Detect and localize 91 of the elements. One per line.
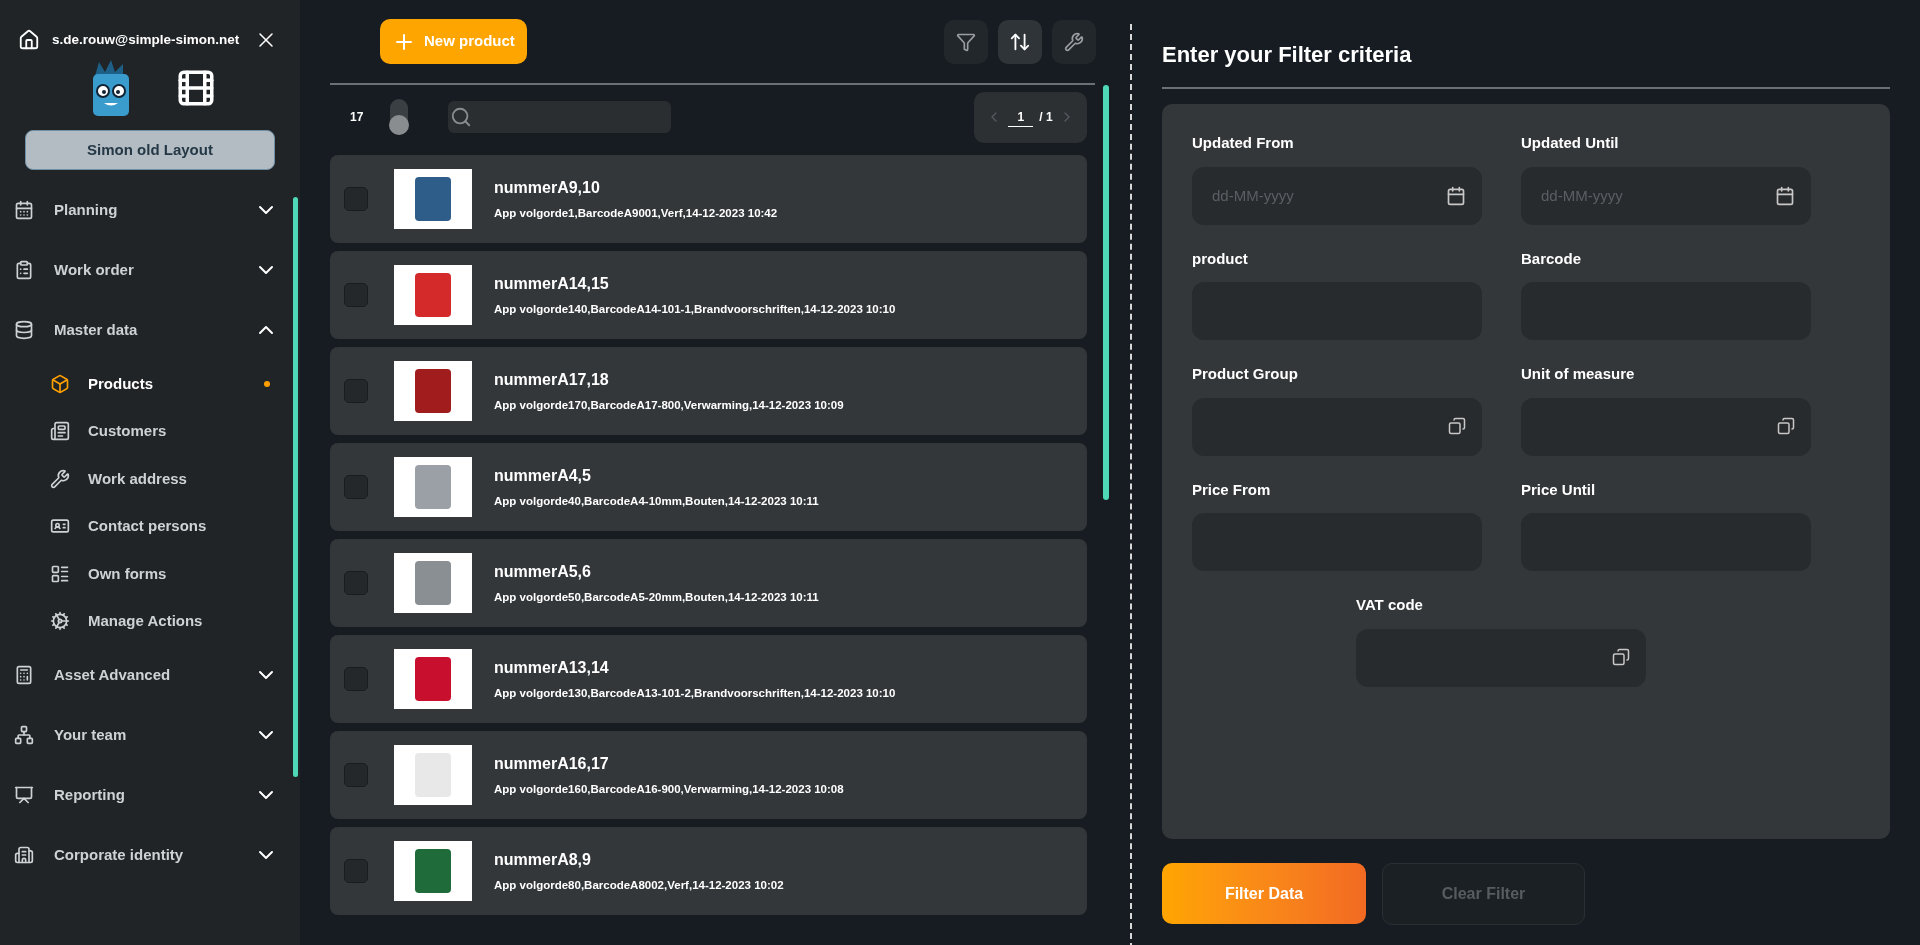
select-icon <box>1448 416 1466 435</box>
checkbox[interactable] <box>344 571 368 595</box>
filter-icon <box>956 31 976 52</box>
product-details: App volgorde160,BarcodeA16-900,Verwarming,14-12-2023 10:08 <box>494 781 844 797</box>
layout-button[interactable]: Simon old Layout <box>25 130 275 170</box>
nav-item[interactable]: Master data <box>0 300 300 360</box>
gear-icon <box>50 611 70 632</box>
nav-subitem[interactable]: Contact persons <box>0 502 300 550</box>
product-title: nummerA5,6 <box>494 561 592 582</box>
filter-title: Enter your Filter criteria <box>1162 41 1413 69</box>
input-field[interactable] <box>1192 397 1482 456</box>
product-title: nummerA14,15 <box>494 273 610 294</box>
product-title: nummerA8,9 <box>494 849 592 870</box>
search-field[interactable] <box>448 101 671 133</box>
product-card[interactable]: nummerA16,17 App volgorde160,BarcodeA16-900,Verwarming,14-12-2023 10:08 <box>330 731 1087 819</box>
product-title: nummerA13,14 <box>494 657 610 678</box>
wrench-icon <box>1064 31 1084 52</box>
nav-item[interactable]: Work order <box>0 240 300 300</box>
checkbox[interactable] <box>344 379 368 403</box>
product-card[interactable]: nummerA14,15 App volgorde140,BarcodeA14-101-1,Brandvoorschriften,14-12-2023 10:10 <box>330 251 1087 339</box>
nav-subitem[interactable]: Work address <box>0 455 300 503</box>
product-title: nummerA16,17 <box>494 753 610 774</box>
checkbox[interactable] <box>344 187 368 211</box>
item-count: 17 <box>350 109 365 126</box>
toolbar-button[interactable] <box>944 19 988 64</box>
product-title: nummerA17,18 <box>494 369 610 390</box>
checkbox[interactable] <box>344 475 368 499</box>
page-number-field[interactable]: 1 <box>1008 107 1034 127</box>
calculator-icon <box>14 665 34 685</box>
field-label: Barcode <box>1521 248 1583 269</box>
checkbox[interactable] <box>344 859 368 883</box>
hierarchy-icon <box>14 725 34 745</box>
building-icon <box>14 845 34 865</box>
field-label: product <box>1192 248 1249 269</box>
input-field[interactable] <box>1521 397 1811 456</box>
nav-subitem[interactable]: Manage Actions <box>0 597 300 645</box>
newspaper-icon <box>50 421 70 442</box>
user-email: s.de.rouw@simple-simon.net <box>52 30 241 49</box>
toolbar-button[interactable] <box>1052 19 1096 64</box>
nav-item[interactable]: Planning <box>0 180 300 240</box>
select-icon <box>1777 416 1795 435</box>
search-icon <box>450 106 472 128</box>
product-details: App volgorde50,BarcodeA5-20mm,Bouten,14-12-2023 10:11 <box>494 589 819 605</box>
nav-subitem[interactable]: Customers <box>0 407 300 455</box>
home-icon[interactable] <box>18 29 40 51</box>
wrench-icon <box>50 468 70 489</box>
product-card[interactable]: nummerA8,9 App volgorde80,BarcodeA8002,Verf,14-12-2023 10:02 <box>330 827 1087 915</box>
product-card[interactable]: nummerA17,18 App volgorde170,BarcodeA17-800,Verwarming,14-12-2023 10:09 <box>330 347 1087 435</box>
field-label: Price From <box>1192 479 1272 500</box>
nav-item[interactable]: Your team <box>0 705 300 765</box>
scrollbar[interactable] <box>1103 85 1109 500</box>
product-details: App volgorde80,BarcodeA8002,Verf,14-12-2023 10:02 <box>494 877 784 893</box>
box-icon <box>50 373 70 394</box>
nav-item[interactable]: Reporting <box>0 765 300 825</box>
product-title: nummerA9,10 <box>494 177 601 198</box>
product-details: App volgorde170,BarcodeA17-800,Verwarming,14-12-2023 10:09 <box>494 397 844 413</box>
nav-subitem[interactable]: Own forms <box>0 550 300 598</box>
page-total: / 1 <box>1039 109 1053 126</box>
field-label: Price Until <box>1521 479 1597 500</box>
field-label: Product Group <box>1192 364 1299 384</box>
product-details: App volgorde140,BarcodeA14-101-1,Brandvoorschriften,14-12-2023 10:10 <box>494 301 896 317</box>
checkbox[interactable] <box>344 667 368 691</box>
field-label: Updated From <box>1192 133 1295 153</box>
product-card[interactable]: nummerA9,10 App volgorde1,BarcodeA9001,Verf,14-12-2023 10:42 <box>330 155 1087 243</box>
select-icon <box>1612 647 1630 666</box>
calendar-icon <box>1775 185 1795 206</box>
presentation-icon <box>14 785 34 805</box>
toolbar-button[interactable] <box>998 19 1042 64</box>
calendar-icon <box>1446 185 1466 206</box>
list-icon <box>50 563 70 584</box>
checkbox[interactable] <box>344 283 368 307</box>
checkbox[interactable] <box>344 763 368 787</box>
nav-item[interactable]: Asset Advanced <box>0 645 300 705</box>
product-details: App volgorde130,BarcodeA13-101-2,Brandvoorschriften,14-12-2023 10:10 <box>494 685 896 701</box>
clipboard-icon <box>14 260 34 280</box>
scrollbar[interactable] <box>293 197 298 777</box>
product-details: App volgorde1,BarcodeA9001,Verf,14-12-2023 10:42 <box>494 205 778 221</box>
input-field[interactable] <box>1356 628 1646 687</box>
product-details: App volgorde40,BarcodeA4-10mm,Bouten,14-12-2023 10:11 <box>494 493 819 509</box>
field-label: Unit of measure <box>1521 364 1636 384</box>
product-card[interactable]: nummerA4,5 App volgorde40,BarcodeA4-10mm,Bouten,14-12-2023 10:11 <box>330 443 1087 531</box>
calendar-icon <box>14 200 34 220</box>
field-label: Updated Until <box>1521 133 1620 153</box>
toggle-switch[interactable] <box>390 99 408 135</box>
nav-subitem[interactable]: Products <box>0 360 300 408</box>
nav-item[interactable]: Corporate identity <box>0 825 300 885</box>
product-card[interactable]: nummerA5,6 App volgorde50,BarcodeA5-20mm,Bouten,14-12-2023 10:11 <box>330 539 1087 627</box>
database-icon <box>14 320 34 340</box>
field-label: VAT code <box>1356 595 1424 615</box>
product-title: nummerA4,5 <box>494 465 592 486</box>
product-card[interactable]: nummerA13,14 App volgorde130,BarcodeA13-101-2,Brandvoorschriften,14-12-2023 10:10 <box>330 635 1087 723</box>
